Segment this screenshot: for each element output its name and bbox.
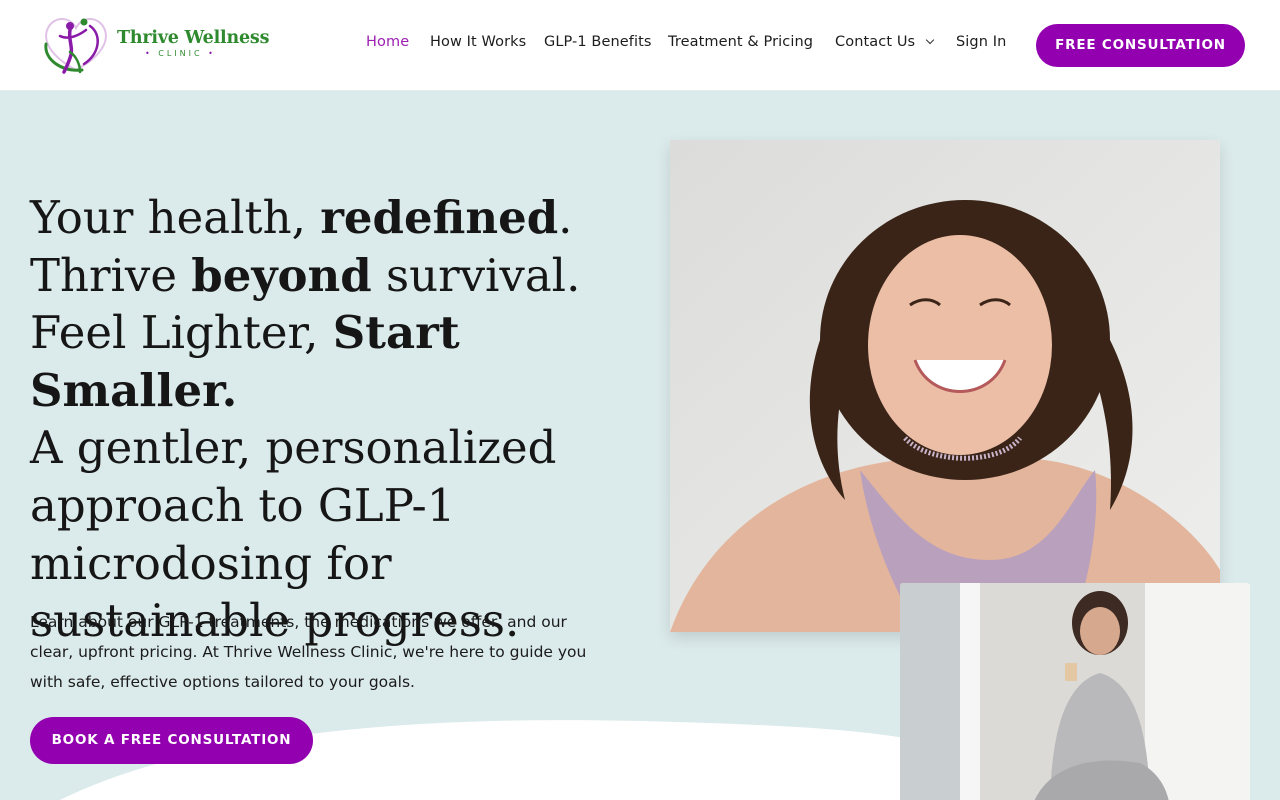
headline-line1-a: Your health, [30,191,321,244]
photo-illustration [670,140,1220,632]
free-consultation-button[interactable]: FREE CONSULTATION [1036,24,1245,67]
headline-line2-b: beyond [191,248,372,302]
logo-title: Thrive Wellness [117,28,270,48]
hero-description: Learn about our GLP-1 treatments, the me… [30,613,587,691]
hero-section: Your health, redefined. Thrive beyond su… [0,91,1280,800]
logo-wordmark: Thrive Wellness • CLINIC • [117,28,269,58]
hero-photo-woman-laughing [670,140,1220,632]
headline-line1-c: . [558,191,573,244]
nav-home[interactable]: Home [366,34,409,50]
logo-dot-left: • [145,49,153,58]
nav-contact-us-label: Contact Us [835,34,916,50]
chevron-down-icon [925,35,935,45]
headline-line3-a: Feel Lighter, [30,306,333,360]
book-consultation-button[interactable]: BOOK A FREE CONSULTATION [30,717,313,764]
logo-subtitle-text: CLINIC [158,49,203,58]
headline-line2-c: survival. [371,248,581,302]
logo-heart-icon [44,18,107,74]
nav-how-it-works[interactable]: How It Works [430,34,526,50]
logo-subtitle: • CLINIC • [117,49,269,58]
nav-contact-us[interactable]: Contact Us [835,34,935,50]
logo-dot-right: • [208,49,216,58]
site-header: Thrive Wellness • CLINIC • Home How It W… [0,0,1280,91]
clinic-logo[interactable]: Thrive Wellness • CLINIC • [40,12,269,78]
nav-treatment-pricing[interactable]: Treatment & Pricing [668,34,813,50]
photo-illustration-small [900,583,1250,800]
hero-headline: Your health, redefined. Thrive beyond su… [30,189,650,650]
nav-glp1-benefits[interactable]: GLP-1 Benefits [544,34,652,50]
headline-line1-b: redefined [320,191,559,244]
hero-photo-woman-sitting [900,583,1250,800]
headline-line2-a: Thrive [30,248,192,302]
nav-sign-in[interactable]: Sign In [956,34,1006,50]
